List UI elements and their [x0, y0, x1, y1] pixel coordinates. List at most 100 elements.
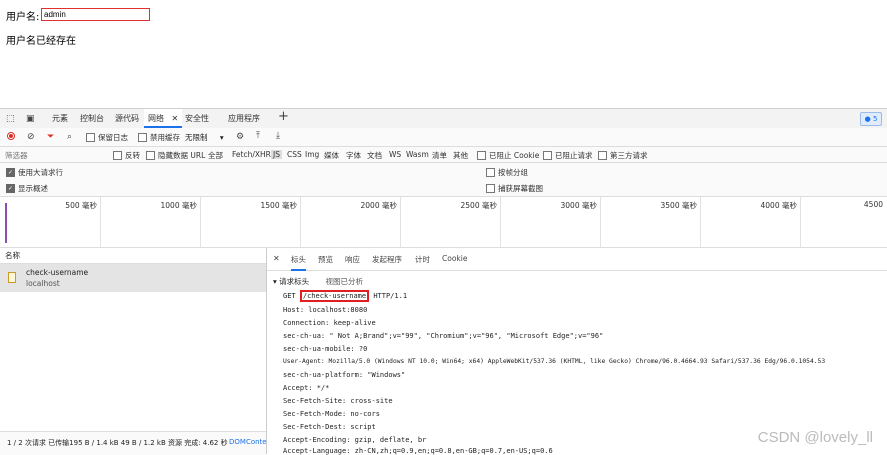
checkbox-box: [598, 151, 607, 160]
chevron-down-icon: ▾: [219, 133, 224, 142]
timeline-tick: 1500 毫秒: [200, 197, 301, 247]
filter-type-fetch[interactable]: Fetch/XHR: [232, 150, 271, 159]
tab-application[interactable]: 应用程序: [228, 109, 260, 128]
close-icon[interactable]: ✕: [172, 114, 179, 123]
tab-response[interactable]: 响应: [345, 254, 360, 265]
hide-data-url-checkbox[interactable]: 隐藏数据 URL: [146, 150, 205, 161]
filter-type-doc[interactable]: 文档: [367, 150, 382, 161]
section-title: 请求标头: [279, 277, 310, 286]
page-content: 用户名: 用户名已经存在: [0, 0, 887, 108]
filter-bar: 筛选器 反转 隐藏数据 URL 全部 Fetch/XHR JS CSS Img …: [0, 147, 887, 163]
preserve-log-checkbox[interactable]: 保留日志: [86, 132, 128, 143]
tab-cookie[interactable]: Cookie: [442, 254, 467, 263]
timeline-tick-label: 500 毫秒: [65, 201, 97, 210]
group-by-frame-label: 按帧分组: [498, 168, 528, 177]
checkbox-box: [146, 151, 155, 160]
large-rows-checkbox[interactable]: ✓ 使用大请求行: [6, 167, 63, 178]
filter-type-other[interactable]: 其他: [453, 150, 468, 161]
filter-type-media[interactable]: 媒体: [324, 150, 339, 161]
third-party-checkbox[interactable]: 第三方请求: [598, 150, 648, 161]
throttle-select[interactable]: 无限制 ▾: [185, 132, 224, 143]
watermark: CSDN @lovely_ll: [757, 429, 873, 446]
timeline-tick-label: 3000 毫秒: [560, 201, 597, 210]
username-input[interactable]: [41, 8, 150, 21]
issues-badge[interactable]: ● 5: [860, 112, 882, 126]
header-line: sec-ch-ua-platform: "Windows": [283, 371, 406, 379]
header-line: sec-ch-ua: " Not A;Brand";v="99", "Chrom…: [283, 332, 604, 340]
filter-type-img[interactable]: Img: [305, 150, 319, 159]
group-by-frame-checkbox[interactable]: 按帧分组: [486, 167, 528, 178]
filter-type-manifest[interactable]: 清单: [432, 150, 447, 161]
import-har-icon[interactable]: ⤒: [256, 130, 260, 142]
timeline-tick-label: 4500: [863, 200, 883, 209]
checkbox-box: [86, 133, 95, 142]
screenshots-checkbox[interactable]: 捕获屏幕截图: [486, 183, 543, 194]
filter-type-all[interactable]: 全部: [208, 150, 223, 161]
request-detail: ✕ 标头 预览 响应 发起程序 计时 Cookie ▾ 请求标头 视图已分析 G…: [267, 248, 887, 455]
tab-console[interactable]: 控制台: [80, 109, 104, 128]
filter-type-wasm[interactable]: Wasm: [406, 150, 429, 159]
invert-checkbox[interactable]: 反转: [113, 150, 140, 161]
device-toolbar-icon[interactable]: ▣: [26, 113, 35, 125]
disable-cache-checkbox[interactable]: 禁用缓存: [138, 132, 180, 143]
header-line: Sec-Fetch-Dest: script: [283, 423, 376, 431]
filter-type-js[interactable]: JS: [271, 150, 282, 159]
timeline-tick: 500 毫秒: [0, 197, 101, 247]
tab-network[interactable]: 网络 ✕: [144, 109, 183, 128]
status-summary: 1 / 2 次请求 已传输195 B / 1.4 kB 49 B / 1.2 k…: [7, 439, 228, 447]
blocked-cookies-label: 已阻止 Cookie: [489, 151, 540, 160]
header-line: Connection: keep-alive: [283, 319, 376, 327]
add-tab-icon[interactable]: +: [278, 110, 289, 123]
tab-security[interactable]: 安全性: [185, 109, 209, 128]
tab-headers[interactable]: 标头: [291, 254, 306, 271]
clear-icon[interactable]: ⊘: [27, 131, 35, 143]
filter-type-css[interactable]: CSS: [287, 150, 302, 159]
inspect-device-icon[interactable]: ⬚: [6, 113, 15, 125]
request-host: localhost: [26, 279, 60, 288]
dom-content-link[interactable]: DOMConte: [229, 438, 267, 446]
timeline-tick: 4000 毫秒: [700, 197, 801, 247]
header-line: Accept-Encoding: gzip, deflate, br: [283, 436, 427, 444]
timeline-overview[interactable]: 500 毫秒 1000 毫秒 1500 毫秒 2000 毫秒 2500 毫秒 3…: [0, 197, 887, 248]
timeline-tick-label: 3500 毫秒: [660, 201, 697, 210]
blocked-requests-checkbox[interactable]: 已阻止请求: [543, 150, 593, 161]
header-line: Host: localhost:8080: [283, 306, 368, 314]
filter-input[interactable]: 筛选器: [5, 150, 28, 161]
table-row[interactable]: check-username localhost: [0, 264, 266, 292]
devtools-tab-bar: ⬚ ▣ 元素 控制台 源代码 网络 ✕ 安全性 应用程序 + ● 5: [0, 108, 887, 129]
timeline-tick-label: 4000 毫秒: [760, 201, 797, 210]
overview-checkbox[interactable]: ✓ 显示概述: [6, 183, 48, 194]
export-har-icon[interactable]: ⤓: [276, 130, 280, 142]
network-conditions-icon[interactable]: ⚙: [236, 131, 244, 143]
checkbox-box: [477, 151, 486, 160]
header-line: Sec-Fetch-Mode: no-cors: [283, 410, 380, 418]
issues-count: 5: [872, 115, 878, 123]
timeline-tick: 3500 毫秒: [600, 197, 701, 247]
filter-type-ws[interactable]: WS: [389, 150, 401, 159]
tab-timing[interactable]: 计时: [415, 254, 430, 265]
search-icon[interactable]: ⌕: [67, 131, 72, 143]
tab-sources[interactable]: 源代码: [115, 109, 139, 128]
large-rows-label: 使用大请求行: [18, 168, 63, 177]
request-protocol: HTTP/1.1: [373, 292, 408, 300]
request-list-header[interactable]: 名称: [0, 248, 266, 264]
header-line: Sec-Fetch-Site: cross-site: [283, 397, 393, 405]
filter-type-font[interactable]: 字体: [346, 150, 361, 161]
view-parsed-link[interactable]: 视图已分析: [326, 277, 364, 286]
tab-initiator[interactable]: 发起程序: [372, 254, 402, 265]
request-headers-section[interactable]: ▾ 请求标头 视图已分析: [273, 276, 363, 287]
record-icon[interactable]: [7, 132, 15, 140]
header-line: Accept: */*: [283, 384, 330, 392]
tab-preview[interactable]: 预览: [318, 254, 333, 265]
triangle-down-icon: ▾: [273, 277, 277, 286]
timeline-tick: 1000 毫秒: [100, 197, 201, 247]
close-icon[interactable]: ✕: [273, 254, 280, 263]
blocked-cookies-checkbox[interactable]: 已阻止 Cookie: [477, 150, 539, 161]
invert-label: 反转: [125, 151, 140, 160]
name-column-header: 名称: [5, 251, 20, 260]
checkbox-box: ✓: [6, 168, 15, 177]
request-name: check-username: [26, 268, 89, 277]
filter-icon[interactable]: ⏷: [47, 131, 54, 143]
timeline-tick-label: 1500 毫秒: [260, 201, 297, 210]
tab-elements[interactable]: 元素: [52, 109, 68, 128]
